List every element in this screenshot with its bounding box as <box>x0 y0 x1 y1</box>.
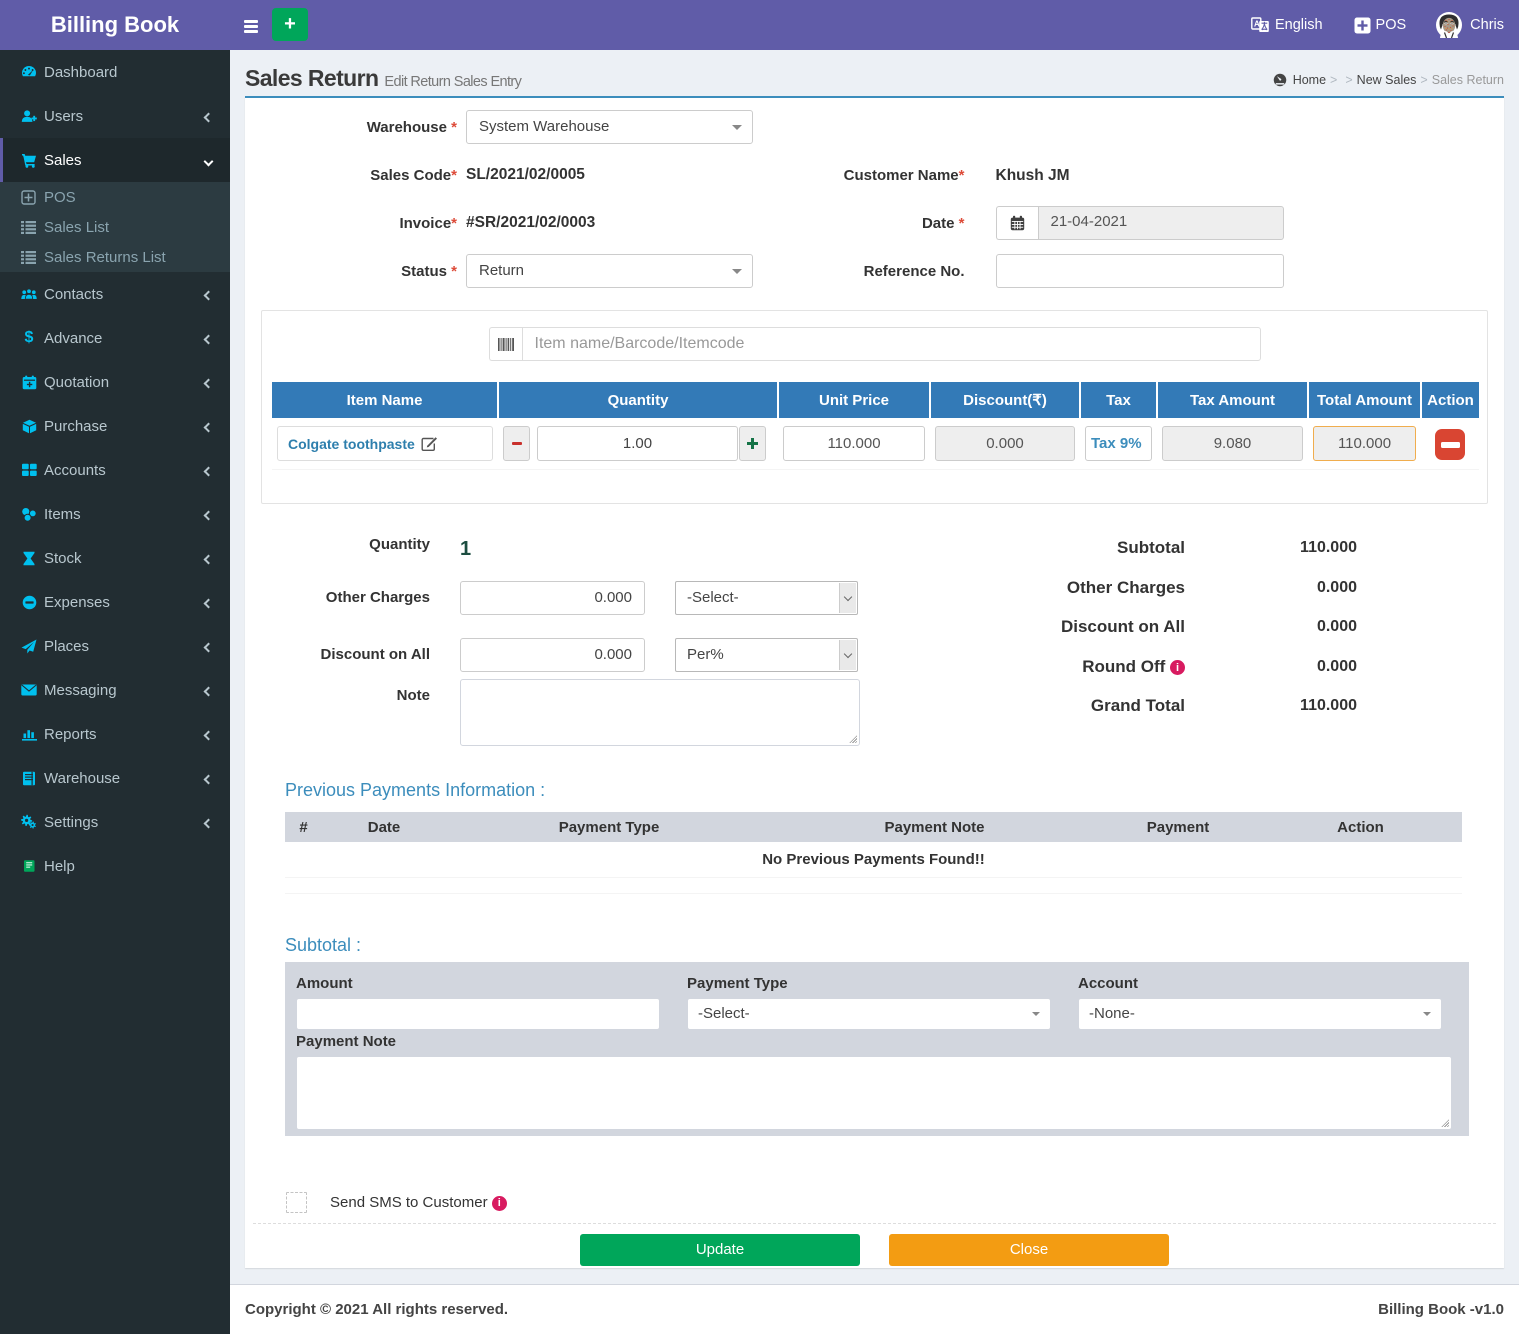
svg-text:A: A <box>1254 20 1260 29</box>
